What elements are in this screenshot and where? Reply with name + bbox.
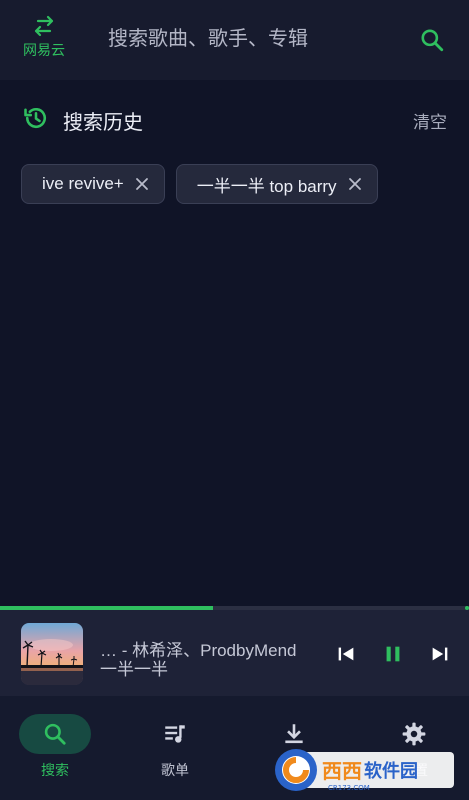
history-chip-label: 一半一半 top barry bbox=[196, 176, 337, 196]
bottom-navigation: 搜索 歌单 下载 设置 bbox=[0, 696, 469, 800]
search-icon bbox=[44, 723, 66, 745]
mini-player[interactable]: … - 林希泽、ProdbyMend 一半一半 bbox=[0, 610, 469, 696]
nav-active-indicator bbox=[19, 714, 91, 754]
search-button[interactable] bbox=[414, 22, 450, 58]
playlist-icon bbox=[165, 725, 185, 743]
nav-icon-holder bbox=[378, 714, 450, 754]
app-screen: 网易云 搜索历史 清空 ive revive+ bbox=[0, 0, 469, 800]
remove-history-button[interactable] bbox=[347, 176, 363, 192]
nav-item-playlists[interactable]: 歌单 bbox=[135, 714, 215, 784]
history-chip[interactable]: ive revive+ bbox=[21, 164, 165, 204]
nav-item-downloads[interactable]: 下载 bbox=[254, 714, 334, 784]
close-icon bbox=[348, 178, 361, 190]
search-history-header: 搜索历史 清空 bbox=[0, 98, 469, 138]
download-icon bbox=[285, 724, 303, 744]
source-label: 网易云 bbox=[23, 42, 65, 58]
history-chip[interactable]: 一半一半 top barry bbox=[175, 164, 378, 204]
history-icon bbox=[24, 107, 46, 129]
swap-arrows-icon bbox=[34, 15, 54, 37]
nav-label: 歌单 bbox=[161, 762, 189, 778]
top-bar: 网易云 bbox=[0, 0, 469, 80]
nav-item-settings[interactable]: 设置 bbox=[374, 714, 454, 784]
pause-icon bbox=[386, 646, 400, 662]
search-input[interactable] bbox=[100, 18, 390, 60]
gear-icon bbox=[402, 722, 426, 746]
nav-item-search[interactable]: 搜索 bbox=[15, 714, 95, 784]
search-history-title: 搜索历史 bbox=[63, 112, 143, 134]
search-icon bbox=[421, 29, 444, 52]
clear-history-button[interactable]: 清空 bbox=[413, 108, 447, 133]
nav-label: 设置 bbox=[400, 762, 428, 778]
skip-previous-icon bbox=[338, 647, 354, 661]
history-chip-label: ive revive+ bbox=[42, 174, 124, 193]
nav-label: 下载 bbox=[280, 762, 308, 778]
nav-icon-holder bbox=[139, 714, 211, 754]
close-icon bbox=[135, 178, 148, 190]
history-chip-list: ive revive+ 一半一半 top barry bbox=[21, 164, 378, 204]
source-switch-button[interactable]: 网易云 bbox=[14, 14, 74, 64]
skip-next-icon bbox=[432, 647, 448, 661]
nav-icon-holder bbox=[258, 714, 330, 754]
nav-label: 搜索 bbox=[41, 762, 69, 778]
pause-button[interactable] bbox=[381, 642, 405, 666]
track-album: 一半一半 bbox=[100, 660, 168, 679]
previous-button[interactable] bbox=[334, 642, 358, 666]
remove-history-button[interactable] bbox=[134, 176, 150, 192]
next-button[interactable] bbox=[428, 642, 452, 666]
album-cover-image bbox=[21, 623, 83, 685]
album-cover[interactable] bbox=[21, 623, 83, 685]
